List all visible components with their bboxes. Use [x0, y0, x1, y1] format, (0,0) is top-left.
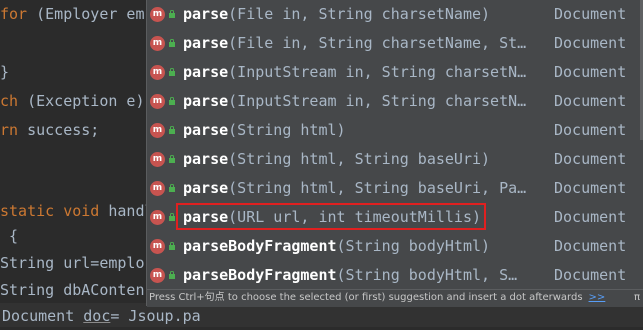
- lock-icon: [169, 68, 175, 76]
- method-signature: parse(File in, String charsetName): [183, 5, 491, 23]
- code-line: String url=emplo: [0, 254, 145, 272]
- method-signature: parseBodyFragment(String bodyHtml, S…: [183, 266, 518, 284]
- return-type: Document: [554, 179, 627, 197]
- completion-item[interactable]: m parse(InputStream in, String charsetN……: [147, 58, 643, 87]
- return-type: Document: [554, 121, 627, 139]
- completion-item[interactable]: m parse(String html, String baseUri) Doc…: [147, 145, 643, 174]
- completion-item[interactable]: m parse(String html, String baseUri, Pa……: [147, 174, 643, 203]
- completion-item[interactable]: m parseBodyFragment(String bodyHtml, S… …: [147, 261, 643, 290]
- pi-icon[interactable]: π: [634, 290, 640, 306]
- return-type: Document: [554, 208, 627, 226]
- return-type: Document: [554, 5, 627, 23]
- method-icon: m: [150, 268, 165, 283]
- lock-icon: [169, 155, 175, 163]
- completion-item[interactable]: m parse(File in, String charsetName) Doc…: [147, 0, 643, 29]
- method-icon: m: [150, 123, 165, 138]
- completion-item[interactable]: m parseBodyFragment(String bodyHtml) Doc…: [147, 232, 643, 261]
- completion-hint-bar: Press Ctrl+句点 to choose the selected (or…: [147, 289, 643, 307]
- code-line: String dbAConten: [0, 281, 145, 299]
- lock-icon: [169, 271, 175, 279]
- hint-text: Press Ctrl+句点 to choose the selected (or…: [149, 292, 583, 303]
- return-type: Document: [554, 92, 627, 110]
- method-icon: m: [150, 94, 165, 109]
- method-icon: m: [150, 7, 165, 22]
- code-line: for (Employer em: [0, 5, 145, 23]
- lock-icon: [169, 97, 175, 105]
- lock-icon: [169, 242, 175, 250]
- completion-item[interactable]: m parse(File in, String charsetName, St……: [147, 29, 643, 58]
- method-signature: parse(InputStream in, String charsetN…: [183, 63, 527, 81]
- code-line: ch (Exception e): [0, 92, 145, 110]
- method-icon: m: [150, 65, 165, 80]
- return-type: Document: [554, 150, 627, 168]
- method-signature: parse(String html, String baseUri): [183, 150, 491, 168]
- lock-icon: [169, 213, 175, 221]
- completion-item[interactable]: m parse(InputStream in, String charsetN……: [147, 87, 643, 116]
- method-icon: m: [150, 181, 165, 196]
- method-signature: parse(InputStream in, String charsetN…: [183, 92, 527, 110]
- method-icon: m: [150, 210, 165, 225]
- autocomplete-popup[interactable]: m parse(File in, String charsetName) Doc…: [146, 0, 643, 307]
- lock-icon: [169, 39, 175, 47]
- return-type: Document: [554, 34, 627, 52]
- method-icon: m: [150, 36, 165, 51]
- lock-icon: [169, 126, 175, 134]
- method-icon: m: [150, 239, 165, 254]
- method-signature: parse(String html): [183, 121, 346, 139]
- lock-icon: [169, 184, 175, 192]
- method-signature: parse(File in, String charsetName, St…: [183, 34, 527, 52]
- code-line: rn success;: [0, 121, 100, 139]
- method-signature: parse(String html, String baseUri, Pa…: [183, 179, 527, 197]
- code-line: {: [0, 227, 19, 245]
- hint-more-link[interactable]: >>: [589, 292, 606, 303]
- method-signature: parseBodyFragment(String bodyHtml): [183, 237, 491, 255]
- return-type: Document: [554, 266, 627, 284]
- code-line: }: [0, 63, 10, 81]
- highlight-annotation-box: [176, 203, 486, 230]
- lock-icon: [169, 10, 175, 18]
- code-line: static void handl: [0, 202, 154, 220]
- completion-item[interactable]: m parse(String html) Document: [147, 116, 643, 145]
- return-type: Document: [554, 63, 627, 81]
- return-type: Document: [554, 237, 627, 255]
- method-icon: m: [150, 152, 165, 167]
